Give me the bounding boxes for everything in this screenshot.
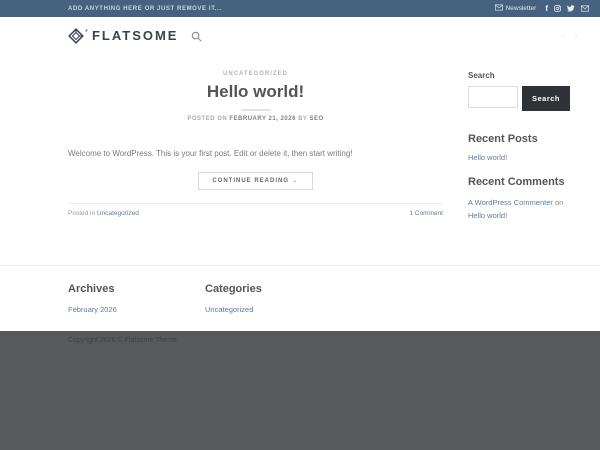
flatsome-diamond-icon <box>68 28 84 44</box>
recent-comments-widget: Recent Comments A WordPress Commenter on… <box>468 176 575 222</box>
recent-post-link[interactable]: Hello world! <box>468 153 575 162</box>
sidebar: Search Search Recent Posts Hello world! … <box>468 71 575 265</box>
continue-reading-wrap: CONTINUE READING → <box>68 169 443 190</box>
search-row: Search <box>468 86 575 111</box>
category-link[interactable]: Uncategorized <box>205 305 342 314</box>
site-header: ® FLATSOME ‹ › <box>0 17 600 55</box>
categories-widget: Categories Uncategorized <box>205 283 342 331</box>
topbar-message: ADD ANYTHING HERE OR JUST REMOVE IT... <box>68 6 222 12</box>
post-article: UNCATEGORIZED Hello world! POSTED ON FEB… <box>68 71 443 265</box>
recent-comments-title: Recent Comments <box>468 176 575 188</box>
commenter-link[interactable]: A WordPress Commenter <box>468 198 553 207</box>
header-nav-arrows: ‹ › <box>562 30 578 42</box>
registered-trademark: ® <box>85 28 88 33</box>
envelope-icon <box>495 4 503 13</box>
post-category-link[interactable]: UNCATEGORIZED <box>68 71 443 77</box>
copyright-bar: Copyright 2026 © Flatsome Theme <box>0 331 600 450</box>
posted-on-label: POSTED ON <box>187 116 229 122</box>
posted-in: Posted in Uncategorized <box>68 210 139 217</box>
main-content: UNCATEGORIZED Hello world! POSTED ON FEB… <box>0 55 600 265</box>
continue-reading-button[interactable]: CONTINUE READING → <box>198 172 312 190</box>
topbar-right: Newsletter f <box>495 4 589 13</box>
sidebar-search-button[interactable]: Search <box>522 86 570 111</box>
facebook-icon[interactable]: f <box>545 5 548 13</box>
search-icon[interactable] <box>191 31 202 42</box>
twitter-icon[interactable] <box>567 5 575 12</box>
search-widget: Search Search <box>468 71 575 111</box>
categories-title: Categories <box>205 283 342 295</box>
post-author-link[interactable]: SEO <box>309 116 323 122</box>
archives-widget: Archives February 2026 <box>68 283 205 331</box>
social-links: f <box>545 5 589 13</box>
search-widget-label: Search <box>468 71 575 80</box>
post-title[interactable]: Hello world! <box>68 82 443 102</box>
copyright-text: Copyright 2026 © Flatsome Theme <box>68 337 177 344</box>
recent-posts-widget: Recent Posts Hello world! <box>468 133 575 162</box>
archive-month-link[interactable]: February 2026 <box>68 305 205 314</box>
slider-prev-icon[interactable]: ‹ <box>562 30 566 42</box>
instagram-icon[interactable] <box>554 5 561 12</box>
post-excerpt: Welcome to WordPress. This is your first… <box>68 148 443 159</box>
title-divider <box>241 109 271 111</box>
comments-count-link[interactable]: 1 Comment <box>409 210 443 217</box>
site-logo[interactable]: ® FLATSOME <box>68 28 178 44</box>
posted-in-label: Posted in <box>68 210 97 217</box>
comment-on-label: on <box>553 198 563 207</box>
archives-title: Archives <box>68 283 205 295</box>
posted-in-category-link[interactable]: Uncategorized <box>97 210 139 217</box>
footer-widgets: Archives February 2026 Categories Uncate… <box>0 265 600 331</box>
slider-next-icon[interactable]: › <box>574 30 578 42</box>
by-label: BY <box>296 116 310 122</box>
newsletter-link[interactable]: Newsletter <box>495 4 537 13</box>
post-meta: POSTED ON FEBRUARY 21, 2026 BY SEO <box>68 116 443 122</box>
commented-post-link[interactable]: Hello world! <box>468 211 507 220</box>
post-date: FEBRUARY 21, 2026 <box>229 116 296 122</box>
recent-posts-title: Recent Posts <box>468 133 575 145</box>
post-footer: Posted in Uncategorized 1 Comment <box>68 203 443 217</box>
sidebar-search-input[interactable] <box>468 86 518 108</box>
site-title: FLATSOME <box>92 28 179 44</box>
recent-comment-item: A WordPress Commenter on Hello world! <box>468 196 578 222</box>
top-bar: ADD ANYTHING HERE OR JUST REMOVE IT... N… <box>0 0 600 17</box>
newsletter-label: Newsletter <box>506 5 537 12</box>
email-icon[interactable] <box>581 5 589 12</box>
